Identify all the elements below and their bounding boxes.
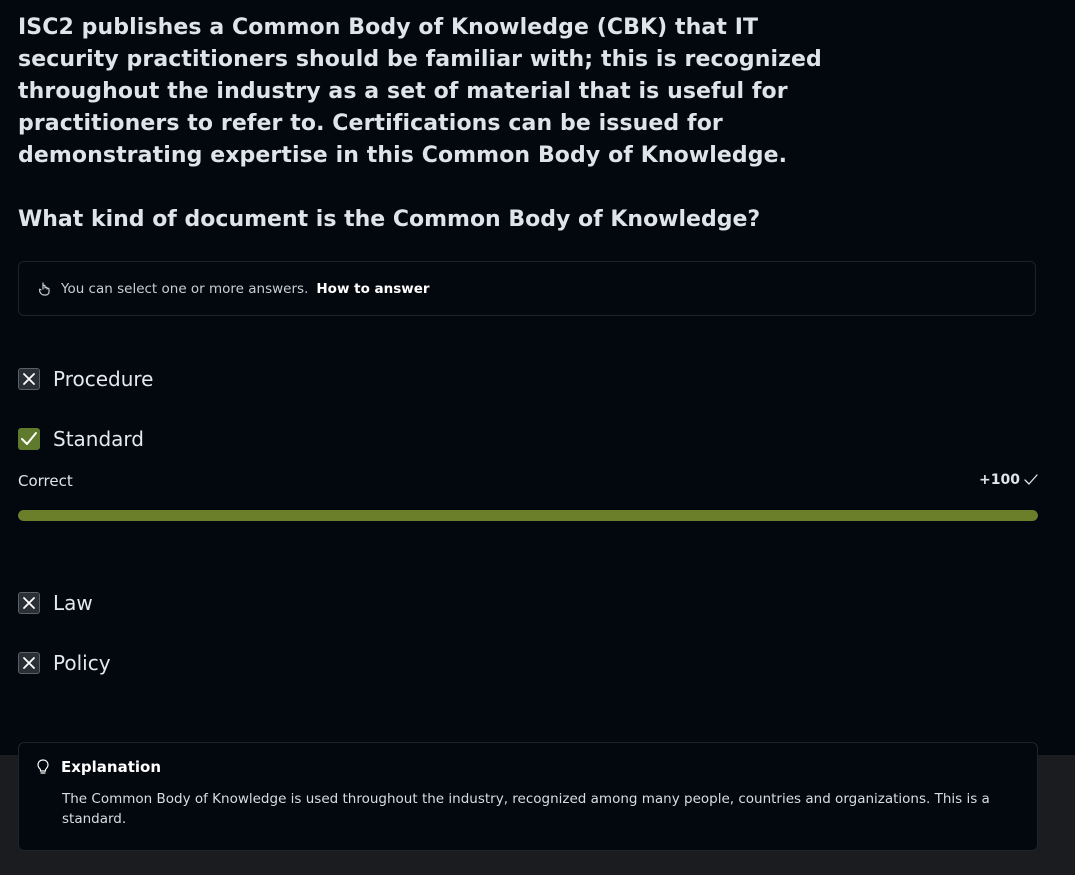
x-icon	[18, 652, 40, 674]
option-label: Standard	[53, 427, 144, 451]
question-prompt: What kind of document is the Common Body…	[18, 207, 761, 232]
quiz-page: ISC2 publishes a Common Body of Knowledg…	[0, 0, 1075, 875]
checkmark-icon	[18, 428, 40, 450]
explanation-text: The Common Body of Knowledge is used thr…	[62, 791, 990, 827]
option-label: Procedure	[53, 367, 154, 391]
option-label: Law	[53, 591, 93, 615]
check-icon	[1024, 474, 1038, 486]
option-procedure[interactable]: Procedure	[18, 367, 154, 391]
option-label: Policy	[53, 651, 111, 675]
result-progress-fill	[18, 510, 1038, 521]
result-label: Correct	[18, 472, 73, 490]
option-policy[interactable]: Policy	[18, 651, 111, 675]
result-progress-bar	[18, 510, 1038, 521]
hand-pointer-icon	[37, 281, 53, 297]
score-badge: +100	[979, 472, 1038, 488]
x-icon	[18, 368, 40, 390]
result-row: Correct +100	[18, 470, 1038, 494]
explanation-header: Explanation	[35, 758, 161, 776]
option-law[interactable]: Law	[18, 591, 93, 615]
answer-hint-box: You can select one or more answers. How …	[18, 261, 1036, 316]
how-to-answer-link[interactable]: How to answer	[316, 281, 429, 297]
explanation-card: Explanation The Common Body of Knowledge…	[18, 742, 1038, 851]
option-standard[interactable]: Standard	[18, 427, 144, 451]
score-value: +100	[979, 472, 1020, 488]
lightbulb-icon	[35, 758, 51, 776]
explanation-title: Explanation	[61, 758, 162, 776]
question-text: ISC2 publishes a Common Body of Knowledg…	[18, 15, 822, 168]
x-icon	[18, 592, 40, 614]
hint-text: You can select one or more answers.	[61, 280, 309, 297]
